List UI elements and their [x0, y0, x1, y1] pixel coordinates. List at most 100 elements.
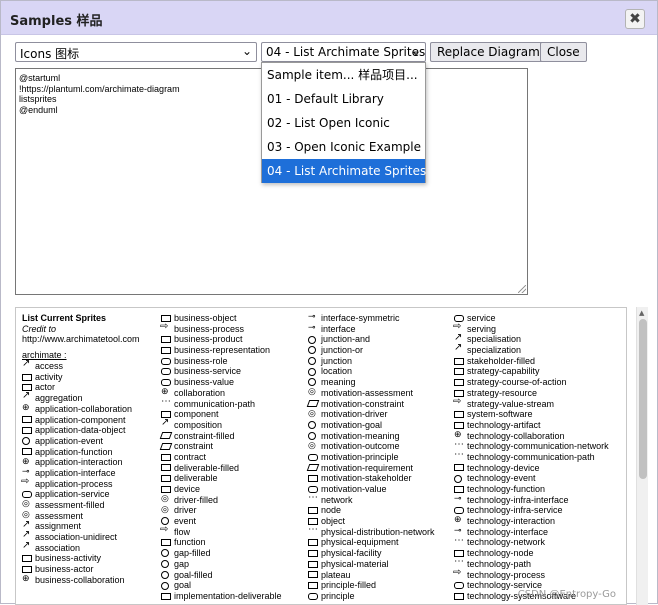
technology-service-icon [454, 582, 464, 590]
physical-facility-icon [308, 549, 318, 557]
sprite-entry: motivation-goal [308, 420, 458, 431]
sprite-name: motivation-value [321, 484, 387, 494]
sprite-name: motivation-stakeholder [321, 473, 412, 484]
sprite-entry: technology-process [453, 568, 626, 581]
replace-diagram-button[interactable]: Replace Diagram [430, 42, 547, 62]
motivation-constraint-icon [306, 400, 320, 408]
sprite-name: strategy-resource [467, 387, 538, 398]
physical-distribution-network-icon [308, 525, 318, 536]
sample-select[interactable]: 04 - List Archimate Sprites ⌄ [261, 42, 426, 62]
sprite-name: actor [35, 382, 56, 393]
dropdown-item[interactable]: Sample item... 样品项目... [262, 63, 425, 87]
sprite-name: technology-path [467, 558, 532, 569]
sprite-name: driver [174, 505, 197, 516]
sprite-entry: goal [161, 580, 311, 591]
technology-systemsoftware-icon [454, 592, 464, 600]
constraint-filled-icon [159, 432, 173, 440]
sprite-name: business-representation [174, 345, 271, 356]
sprite-entry: application-event [22, 436, 162, 447]
preview-scrollbar[interactable]: ▲ [636, 307, 648, 605]
sprite-name: meaning [321, 377, 356, 388]
sprite-entry: object [308, 516, 458, 527]
business-collaboration-icon [22, 573, 32, 584]
sprite-name: contract [174, 451, 207, 462]
dropdown-item[interactable]: 02 - List Open Iconic [262, 111, 425, 135]
sprite-entry: motivation-requirement [306, 463, 458, 474]
sprite-name: flow [174, 526, 191, 537]
motivation-assessment-icon [308, 386, 318, 397]
sprite-name: motivation-outcome [321, 441, 400, 452]
sprite-name: business-process [174, 323, 245, 334]
sprite-name: application-data-object [35, 425, 126, 436]
physical-material-icon [308, 560, 318, 568]
sprite-column-3: interface-symmetricinterfacejunction-and… [306, 311, 458, 602]
sprite-entry: aggregation [22, 391, 162, 404]
sprite-name: motivation-meaning [321, 430, 400, 441]
sprite-name: physical-facility [321, 548, 382, 559]
sprite-name: principle [321, 590, 355, 601]
sprite-name: assessment-filled [35, 500, 105, 510]
strategy-value-stream-icon [453, 397, 464, 408]
sprite-name: plateau [321, 569, 351, 580]
sprite-entry: interface [308, 322, 458, 335]
implementation-deliverable-icon [161, 592, 171, 600]
sprite-name: business-role [174, 355, 228, 366]
function-icon [161, 539, 171, 547]
sprite-name: deliverable-filled [174, 462, 240, 473]
library-select[interactable]: Icons 图标 ⌄ [15, 42, 257, 62]
application-function-icon [22, 448, 32, 456]
technology-infra-interface-icon [454, 493, 464, 504]
sprite-name: constraint-filled [174, 430, 235, 441]
physical-equipment-icon [308, 539, 318, 547]
sprite-entry: business-role [161, 356, 311, 367]
sprite-name: constraint [174, 441, 214, 452]
scrollbar-thumb[interactable] [639, 319, 647, 479]
sprite-entry: specialization [454, 343, 626, 356]
sprite-name: strategy-value-stream [467, 398, 555, 409]
close-button[interactable]: Close [540, 42, 587, 62]
sprite-name: business-collaboration [35, 574, 125, 585]
sprite-entry: application-service [22, 489, 162, 500]
sprite-entry: application-collaboration [22, 402, 162, 415]
application-service-icon [22, 491, 32, 499]
business-representation-icon [161, 346, 171, 354]
strategy-course-of-action-icon [454, 378, 464, 386]
sprite-entry: business-activity [22, 553, 162, 564]
system-software-icon [454, 411, 464, 419]
sprite-name: component [174, 409, 219, 420]
sprite-entry: communication-path [161, 397, 311, 410]
sprite-name: application-event [35, 435, 104, 446]
sprite-column-2: business-objectbusiness-process business-… [159, 313, 311, 602]
sprite-entry: strategy-value-stream [453, 397, 626, 410]
sprite-entry: stakeholder-filled [454, 356, 626, 367]
sprite-entry: constraint [159, 441, 311, 452]
scroll-up-icon[interactable]: ▲ [639, 309, 644, 317]
business-product-icon [161, 336, 171, 344]
technology-function-icon [454, 485, 464, 493]
access-icon [22, 359, 32, 370]
sprite-entry: technology-infra-service [454, 505, 626, 516]
sprite-entry: activity [22, 372, 162, 383]
sprite-entry: association [22, 541, 162, 554]
sprite-name: principle-filled [321, 580, 377, 591]
sprite-entry: business-object [161, 313, 311, 324]
dropdown-item[interactable]: 03 - Open Iconic Example [262, 135, 425, 159]
sprite-name: object [321, 516, 346, 527]
dropdown-item-selected[interactable]: 04 - List Archimate Sprites [262, 159, 426, 183]
resize-handle-icon[interactable] [518, 285, 526, 293]
sprite-entry: actor [22, 382, 162, 393]
sprite-entry: component [161, 409, 311, 420]
sprite-name: business-activity [35, 553, 102, 564]
dialog-titlebar[interactable]: Samples 样品 ✖ [1, 1, 657, 35]
motivation-goal-icon [308, 421, 316, 430]
close-icon[interactable]: ✖ [625, 9, 645, 29]
dropdown-item[interactable]: 01 - Default Library [262, 87, 425, 111]
sprite-entry: motivation-constraint [306, 399, 458, 410]
composition-icon [161, 418, 171, 429]
sprite-entry: technology-infra-interface [454, 493, 626, 506]
preview-credit: Credit to [22, 323, 57, 334]
sample-dropdown-list: Sample item... 样品项目... 01 - Default Libr… [261, 62, 426, 183]
sprite-entry: specialisation [454, 333, 626, 345]
sprite-entry: business-actor [22, 564, 162, 575]
sprite-name: interface [321, 323, 356, 334]
